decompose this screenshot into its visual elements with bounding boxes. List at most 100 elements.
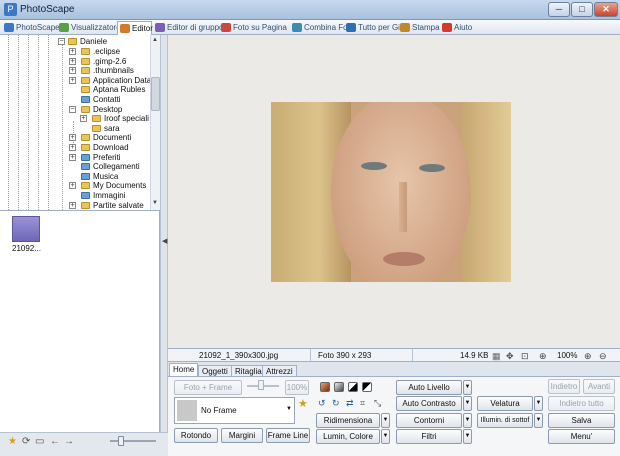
crop-icon[interactable]: ⌗: [360, 398, 365, 409]
auto-livello-button[interactable]: Auto Livello: [396, 380, 462, 395]
menu-button[interactable]: Menu': [548, 429, 615, 444]
tree-item[interactable]: + .gimp-2.6: [69, 57, 126, 67]
auto-livello-dropdown[interactable]: ▼: [463, 380, 472, 395]
tree-item[interactable]: sara: [80, 124, 120, 134]
illumin-sottof-dropdown[interactable]: ▼: [534, 413, 543, 428]
auto-contrasto-dropdown[interactable]: ▼: [463, 396, 472, 411]
expand-icon[interactable]: +: [69, 76, 76, 84]
zoom-in-icon[interactable]: ⊕: [584, 351, 592, 362]
contorni-button[interactable]: Contorni: [396, 413, 462, 428]
expand-icon[interactable]: +: [69, 57, 76, 65]
photo-preview[interactable]: [271, 102, 511, 282]
panel-splitter[interactable]: ◀: [160, 35, 168, 433]
tree-item[interactable]: Aptana Rubles: [69, 85, 145, 95]
contorni-dropdown[interactable]: ▼: [463, 413, 472, 428]
thumbnail-size-slider[interactable]: [110, 440, 156, 442]
indietro-button[interactable]: Indietro: [548, 379, 580, 394]
brightness-icon[interactable]: [320, 382, 330, 392]
ridimensiona-button[interactable]: Ridimensiona: [316, 413, 380, 428]
tree-item[interactable]: Collegamenti: [69, 162, 140, 172]
chevron-down-icon[interactable]: ▼: [286, 406, 292, 412]
back-arrow-icon[interactable]: ←: [50, 436, 60, 447]
tab-stampa[interactable]: Stampa: [398, 21, 440, 35]
close-button[interactable]: ✕: [594, 2, 618, 17]
tree-item[interactable]: + Application Data: [69, 76, 151, 86]
tab-editor[interactable]: Editor: [117, 21, 153, 35]
folder-tree[interactable]: − Daniele + .eclipse + .gimp-2.6 + .thumbnail…: [0, 35, 160, 210]
salva-button[interactable]: Salva: [548, 413, 615, 428]
tree-item[interactable]: + .thumbnails: [69, 66, 134, 76]
maximize-button[interactable]: □: [571, 2, 593, 17]
minimize-button[interactable]: ─: [548, 2, 570, 17]
folder-open-icon[interactable]: ▭: [35, 436, 44, 447]
contrast-icon[interactable]: [334, 382, 344, 392]
filtri-dropdown[interactable]: ▼: [463, 429, 472, 444]
margini-button[interactable]: Margini: [221, 428, 263, 443]
auto-contrasto-button[interactable]: Auto Contrasto: [396, 396, 462, 411]
tree-item[interactable]: Immagini: [69, 191, 125, 201]
expand-icon[interactable]: +: [69, 134, 76, 142]
velatura-dropdown[interactable]: ▼: [534, 396, 543, 411]
tab-visualizzatore[interactable]: Visualizzatore: [57, 21, 121, 35]
tree-item[interactable]: Musica: [69, 172, 118, 182]
tab-home[interactable]: Home: [169, 363, 199, 377]
frame-line-button[interactable]: Frame Line: [266, 428, 310, 443]
ridimensiona-dropdown[interactable]: ▼: [381, 413, 390, 428]
rotondo-button[interactable]: Rotondo: [174, 428, 218, 443]
foto-frame-button[interactable]: Foto + Frame: [174, 380, 242, 395]
tab-photoscape[interactable]: PhotoScape: [2, 21, 60, 35]
gif-icon: [346, 23, 356, 32]
avanti-button[interactable]: Avanti: [583, 379, 615, 394]
tree-item[interactable]: + My Documents: [69, 181, 146, 191]
transparency-icon[interactable]: ▦: [492, 351, 501, 362]
tab-tutto-per-gif[interactable]: Tutto per Gif: [344, 21, 402, 35]
frame-slider-handle[interactable]: [258, 380, 264, 390]
tree-item[interactable]: Contatti: [69, 95, 121, 105]
indietro-tutto-button[interactable]: Indietro tutto: [548, 396, 615, 411]
filtri-button[interactable]: Filtri: [396, 429, 462, 444]
rotate-left-icon[interactable]: ↺: [318, 398, 326, 409]
illumin-sottof-button[interactable]: Illumin. di sottof: [477, 413, 533, 428]
frame-favorite-icon[interactable]: ★: [298, 397, 308, 410]
expand-icon[interactable]: +: [69, 48, 76, 55]
resize-icon[interactable]: ⤡: [374, 398, 381, 409]
tree-item[interactable]: + Documenti: [69, 133, 131, 143]
tab-editor-di-gruppo[interactable]: Editor di gruppo: [153, 21, 223, 35]
tree-item[interactable]: + Download: [69, 143, 129, 153]
expand-icon[interactable]: +: [69, 153, 76, 161]
zoom-fit-icon[interactable]: ⊕: [539, 351, 547, 362]
tab-aiuto[interactable]: Aiuto: [440, 21, 472, 35]
tree-item[interactable]: − Desktop: [69, 105, 122, 115]
tree-item[interactable]: + Preferiti: [69, 153, 121, 163]
zoom-out-icon[interactable]: ⊖: [599, 351, 607, 362]
expand-icon[interactable]: +: [69, 182, 76, 190]
tab-label: Stampa: [412, 23, 440, 32]
expand-icon[interactable]: +: [69, 144, 76, 151]
tree-scrollbar[interactable]: ▲ ▼: [150, 35, 160, 210]
tab-foto-su-pagina[interactable]: Foto su Pagina: [219, 21, 289, 35]
actual-size-icon[interactable]: ⊡: [521, 351, 529, 362]
favorite-icon[interactable]: ★: [8, 436, 17, 447]
velatura-button[interactable]: Velatura: [477, 396, 533, 411]
tree-item[interactable]: + Iroof speciali: [80, 114, 149, 124]
forward-arrow-icon[interactable]: →: [64, 436, 74, 447]
lumin-colore-dropdown[interactable]: ▼: [381, 429, 390, 444]
invert-icon[interactable]: [362, 382, 372, 392]
expand-icon[interactable]: +: [69, 201, 76, 209]
tree-item-root[interactable]: − Daniele: [58, 37, 107, 47]
lumin-colore-button[interactable]: Lumin, Colore: [316, 429, 380, 444]
expand-icon[interactable]: +: [69, 67, 76, 75]
expand-icon[interactable]: +: [80, 115, 87, 123]
collapse-icon[interactable]: −: [58, 38, 65, 45]
fit-icon[interactable]: ✥: [506, 351, 514, 362]
grayscale-icon[interactable]: [348, 382, 358, 392]
collapse-icon[interactable]: −: [69, 105, 76, 113]
rotate-right-icon[interactable]: ↻: [332, 398, 340, 409]
refresh-icon[interactable]: ⟳: [22, 436, 30, 447]
thumbnail-image[interactable]: [12, 216, 40, 242]
flip-icon[interactable]: ⇄: [346, 398, 354, 409]
tab-combina-foto[interactable]: Combina Foto: [290, 21, 354, 35]
thumbnail-size-slider-handle[interactable]: [118, 436, 124, 446]
tree-item[interactable]: + .eclipse: [69, 47, 120, 57]
tree-item[interactable]: + Partite salvate: [69, 201, 144, 210]
